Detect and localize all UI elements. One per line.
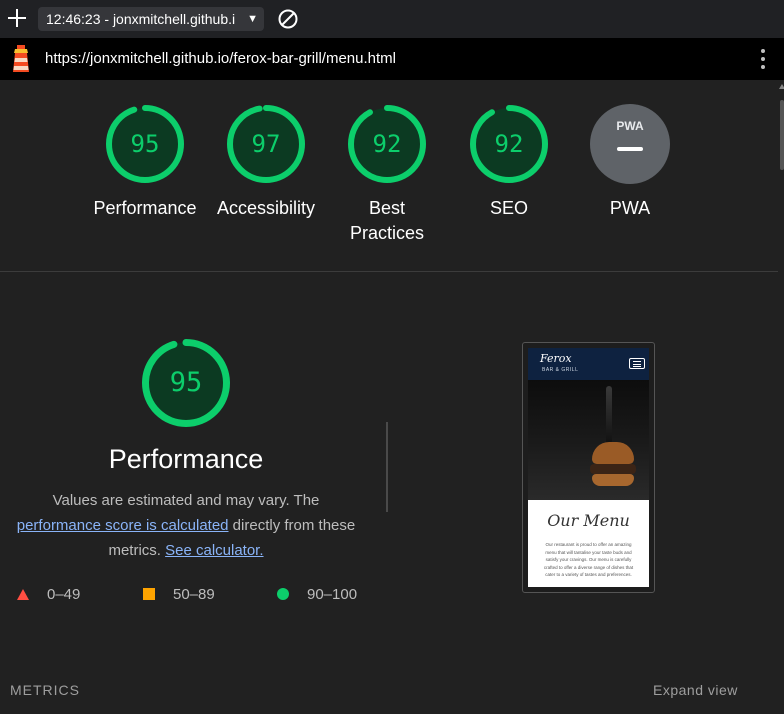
performance-score-link[interactable]: performance score is calculated [17,517,229,534]
expand-view-button[interactable]: Expand view [653,682,738,698]
scrollbar[interactable] [778,80,784,714]
caret-down-icon: ▼ [247,13,258,25]
see-calculator-link[interactable]: See calculator. [165,542,263,559]
section-divider [0,271,778,272]
screenshot-heading: Our Menu [547,511,630,530]
tab-title-text: 12:46:23 - jonxmitchell.github.i [46,11,236,27]
screenshot-navbar: Ferox BAR & GRILL [528,348,649,380]
tab-title-dropdown[interactable]: 12:46:23 - jonxmitchell.github.i ▼ [38,7,264,31]
metrics-heading: METRICS [10,682,80,698]
gauge-accessibility-score: 97 [251,130,281,158]
scrollbar-thumb[interactable] [780,100,784,170]
gauge-pwa[interactable]: PWA [590,104,670,184]
legend-fail: 0–49 [17,586,117,604]
knife-image [606,386,612,444]
pwa-dash-icon [617,147,643,151]
gauge-accessibility-label[interactable]: Accessibility [201,196,331,221]
legend-average-range: 50–89 [173,586,215,603]
burger-hero-image [528,380,649,500]
url-text[interactable]: https://jonxmitchell.github.io/ferox-bar… [45,50,396,67]
gauge-best-practices[interactable]: 92 [347,104,427,184]
gauge-performance-label[interactable]: Performance [80,196,210,221]
scroll-up-arrow-icon[interactable] [779,84,784,89]
legend-pass: 90–100 [277,586,377,604]
legend-average: 50–89 [143,586,253,604]
screenshot-logo: Ferox [540,352,572,365]
gauge-performance[interactable]: 95 [105,104,185,184]
gauge-seo-score: 92 [494,130,524,158]
bun-top-image [592,442,634,464]
performance-title: Performance [108,444,264,474]
address-bar: https://jonxmitchell.github.io/ferox-bar… [0,38,784,80]
new-tab-plus-icon[interactable] [6,7,28,29]
hamburger-menu-icon [629,358,645,369]
circle-icon [277,588,289,600]
legend-pass-range: 90–100 [307,586,358,603]
lighthouse-icon [13,45,29,72]
gauge-accessibility[interactable]: 97 [226,104,306,184]
gauge-best-practices-label[interactable]: Best Practices [337,196,437,246]
pwa-badge-icon: PWA [616,119,644,133]
gauge-best-practices-score: 92 [372,130,402,158]
square-icon [143,588,155,600]
desc-prefix: Values are estimated and may vary. The [52,492,320,509]
gauge-seo[interactable]: 92 [469,104,549,184]
legend-fail-range: 0–49 [47,586,81,603]
gauge-pwa-label[interactable]: PWA [565,196,695,221]
bun-bottom-image [592,474,634,486]
screenshot-paragraph: Our restaurant is proud to offer an amaz… [543,542,634,577]
performance-description: Values are estimated and may vary. The p… [10,488,362,563]
final-screenshot-thumbnail[interactable]: Ferox BAR & GRILL Our Menu Our restauran… [522,342,655,593]
block-icon[interactable] [277,8,299,30]
more-menu-icon[interactable] [756,48,770,70]
performance-big-score: 95 [169,367,203,398]
gauge-performance-score: 95 [130,130,160,158]
screenshot-page: Ferox BAR & GRILL Our Menu Our restauran… [528,348,649,587]
gauge-seo-label[interactable]: SEO [444,196,574,221]
patty-image [590,464,636,474]
vertical-divider [386,422,388,512]
performance-big-gauge: 95 [141,338,231,428]
screenshot-logo-sub: BAR & GRILL [542,367,579,373]
triangle-icon [17,589,29,600]
browser-title-bar: 12:46:23 - jonxmitchell.github.i ▼ [0,0,784,38]
